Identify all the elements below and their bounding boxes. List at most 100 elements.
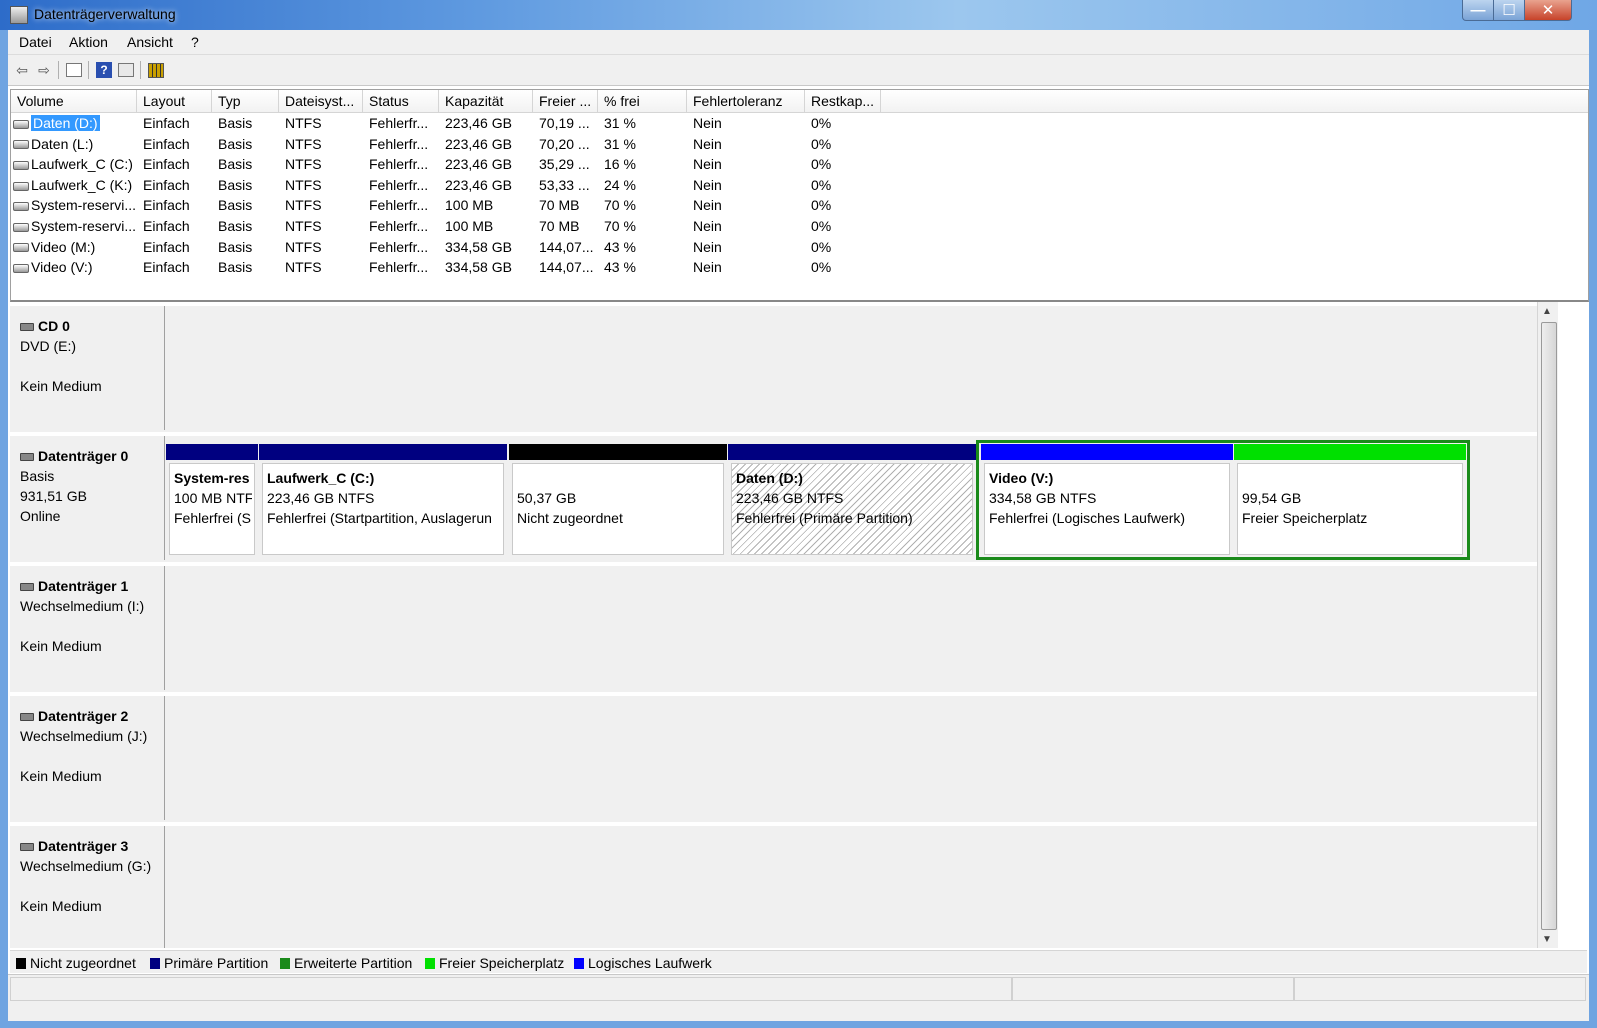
disk-type: Wechselmedium (J:) bbox=[20, 728, 148, 744]
partition-free-space[interactable]: 99,54 GB Freier Speicherplatz bbox=[1234, 444, 1466, 558]
column-prozent-frei[interactable]: % frei bbox=[598, 90, 687, 112]
volume-row[interactable]: Laufwerk_C (K:) Einfach Basis NTFS Fehlerfr.… bbox=[11, 175, 1588, 195]
partition-body: Laufwerk_C (C:) 223,46 GB NTFS Fehlerfre… bbox=[262, 463, 504, 555]
scroll-down-arrow-icon[interactable]: ▼ bbox=[1542, 934, 1552, 945]
volume-row[interactable]: Video (M:) Einfach Basis NTFS Fehlerfr... 334… bbox=[11, 237, 1588, 257]
column-freier-speicher[interactable]: Freier ... bbox=[533, 90, 598, 112]
disk-row-disk3[interactable]: Datenträger 3 Wechselmedium (G:) Kein Me… bbox=[10, 826, 1537, 948]
column-kapazitaet[interactable]: Kapazität bbox=[439, 90, 533, 112]
disk-label[interactable]: Datenträger 3 Wechselmedium (G:) Kein Me… bbox=[10, 826, 165, 948]
legend-swatch bbox=[425, 958, 435, 969]
cell-status: Fehlerfr... bbox=[369, 156, 429, 173]
disk-name: Datenträger 1 bbox=[38, 578, 129, 594]
disk-row-cd0[interactable]: CD 0 DVD (E:) Kein Medium bbox=[10, 306, 1537, 434]
disk-label[interactable]: CD 0 DVD (E:) Kein Medium bbox=[10, 306, 165, 430]
help-icon[interactable]: ? bbox=[96, 62, 112, 78]
hard-disk-icon bbox=[20, 453, 34, 462]
volume-name: Daten (L:) bbox=[31, 135, 94, 152]
partition-daten-d[interactable]: Daten (D:) 223,46 GB NTFS Fehlerfrei (Pr… bbox=[728, 444, 976, 558]
disk-name: Datenträger 0 bbox=[38, 448, 129, 464]
partition-laufwerk-c[interactable]: Laufwerk_C (C:) 223,46 GB NTFS Fehlerfre… bbox=[259, 444, 507, 558]
disk-label[interactable]: Datenträger 2 Wechselmedium (J:) Kein Me… bbox=[10, 696, 165, 820]
volume-row[interactable]: Video (V:) Einfach Basis NTFS Fehlerfr... 334… bbox=[11, 257, 1588, 277]
partition-title: System-res bbox=[174, 470, 250, 486]
partition-title: Laufwerk_C (C:) bbox=[267, 470, 375, 486]
partition-status: Fehlerfrei (Logisches Laufwerk) bbox=[989, 510, 1186, 526]
legend-item-free-space: Freier Speicherplatz bbox=[425, 955, 564, 971]
console-tree-icon[interactable] bbox=[66, 63, 82, 77]
volume-drive-icon bbox=[13, 181, 29, 191]
properties-icon[interactable] bbox=[118, 63, 134, 77]
disk-name: Datenträger 2 bbox=[38, 708, 129, 724]
partition-unallocated[interactable]: 50,37 GB Nicht zugeordnet bbox=[509, 444, 727, 558]
back-arrow-icon[interactable]: ⇦ bbox=[14, 62, 30, 78]
partition-status: Fehlerfrei (Primäre Partition) bbox=[736, 510, 913, 526]
scroll-up-arrow-icon[interactable]: ▲ bbox=[1542, 306, 1552, 317]
partition-system-reserved[interactable]: System-res 100 MB NTF Fehlerfrei (S bbox=[166, 444, 258, 558]
partition-status: Fehlerfrei (S bbox=[174, 510, 252, 526]
close-button[interactable]: ✕ bbox=[1524, 0, 1572, 21]
volume-list-header: Volume Layout Typ Dateisyst... Status Ka… bbox=[11, 90, 1588, 113]
legend-item-unallocated: Nicht zugeordnet bbox=[16, 955, 136, 971]
column-volume[interactable]: Volume bbox=[11, 90, 137, 112]
disk-row-disk0[interactable]: Datenträger 0 Basis 931,51 GB Online Sys… bbox=[10, 436, 1537, 564]
menu-datei[interactable]: Datei bbox=[19, 34, 52, 50]
volume-row[interactable]: System-reservi... Einfach Basis NTFS Fehlerf… bbox=[11, 216, 1588, 236]
partition-status: Freier Speicherplatz bbox=[1242, 510, 1368, 526]
scrollbar-thumb[interactable] bbox=[1541, 322, 1557, 930]
disk-row-disk1[interactable]: Datenträger 1 Wechselmedium (I:) Kein Me… bbox=[10, 566, 1537, 694]
cell-dateisystem: NTFS bbox=[285, 115, 322, 131]
cell-volume: System-reservi... bbox=[11, 195, 137, 215]
toolbar-separator bbox=[88, 61, 89, 79]
legend-label: Erweiterte Partition bbox=[294, 955, 413, 971]
cell-volume: System-reservi... bbox=[11, 216, 137, 236]
menu-aktion[interactable]: Aktion bbox=[69, 34, 108, 50]
partition-status: Fehlerfrei (Startpartition, Auslagerun bbox=[267, 510, 492, 526]
cell-typ: Basis bbox=[218, 115, 253, 131]
disk-type: Basis bbox=[20, 468, 55, 484]
cell-layout: Einfach bbox=[143, 156, 190, 173]
disk-status: Kein Medium bbox=[20, 378, 102, 394]
column-fehlertoleranz[interactable]: Fehlertoleranz bbox=[687, 90, 805, 112]
column-status[interactable]: Status bbox=[363, 90, 439, 112]
volume-row[interactable]: Laufwerk_C (C:) Einfach Basis NTFS Fehlerfr.… bbox=[11, 154, 1588, 174]
cell-status: Fehlerfr... bbox=[369, 259, 429, 276]
column-typ[interactable]: Typ bbox=[212, 90, 279, 112]
partition-size: 223,46 GB NTFS bbox=[267, 490, 375, 506]
disk-settings-icon[interactable] bbox=[148, 63, 164, 78]
volume-name: Daten (D:) bbox=[31, 115, 100, 131]
status-cell bbox=[1012, 977, 1294, 1001]
cell-volume: Daten (L:) bbox=[11, 134, 137, 154]
status-cell bbox=[1294, 977, 1586, 1001]
partition-body: 50,37 GB Nicht zugeordnet bbox=[512, 463, 724, 555]
column-dateisystem[interactable]: Dateisyst... bbox=[279, 90, 363, 112]
disk-label[interactable]: Datenträger 0 Basis 931,51 GB Online bbox=[10, 436, 165, 560]
column-layout[interactable]: Layout bbox=[137, 90, 212, 112]
partition-video-v[interactable]: Video (V:) 334,58 GB NTFS Fehlerfrei (Lo… bbox=[981, 444, 1233, 558]
cell-prozent-frei: 16 % bbox=[604, 156, 636, 173]
volume-row[interactable]: System-reservi... Einfach Basis NTFS Fehlerf… bbox=[11, 195, 1588, 215]
column-restkapazitaet[interactable]: Restkap... bbox=[805, 90, 881, 112]
cell-freier-speicher: 144,07... bbox=[539, 238, 594, 255]
partition-size: 100 MB NTF bbox=[174, 490, 252, 506]
minimize-button[interactable]: — bbox=[1462, 0, 1494, 21]
vertical-scrollbar[interactable]: ▲ ▼ bbox=[1537, 302, 1558, 948]
menu-help[interactable]: ? bbox=[191, 34, 199, 50]
disk-row-disk2[interactable]: Datenträger 2 Wechselmedium (J:) Kein Me… bbox=[10, 696, 1537, 824]
status-bar bbox=[8, 974, 1589, 1021]
cell-kapazitaet: 223,46 GB bbox=[445, 115, 512, 131]
disk-label[interactable]: Datenträger 1 Wechselmedium (I:) Kein Me… bbox=[10, 566, 165, 690]
maximize-button[interactable]: ☐ bbox=[1493, 0, 1525, 21]
disk-name: Datenträger 3 bbox=[38, 838, 129, 854]
cell-typ: Basis bbox=[218, 259, 253, 276]
cell-freier-speicher: 70,20 ... bbox=[539, 135, 590, 152]
partition-body-selected: Daten (D:) 223,46 GB NTFS Fehlerfrei (Pr… bbox=[731, 463, 973, 555]
disk-status: Online bbox=[20, 508, 61, 524]
forward-arrow-icon[interactable]: ⇨ bbox=[36, 62, 52, 78]
volume-row[interactable]: Daten (D:) Einfach Basis NTFS Fehlerfr... 223… bbox=[11, 113, 1588, 133]
partition-size: 334,58 GB NTFS bbox=[989, 490, 1097, 506]
window-title: Datenträgerverwaltung bbox=[34, 6, 176, 22]
volume-row[interactable]: Daten (L:) Einfach Basis NTFS Fehlerfr... 223… bbox=[11, 134, 1588, 154]
cell-restkapazitaet: 0% bbox=[811, 115, 832, 131]
menu-ansicht[interactable]: Ansicht bbox=[127, 34, 173, 50]
